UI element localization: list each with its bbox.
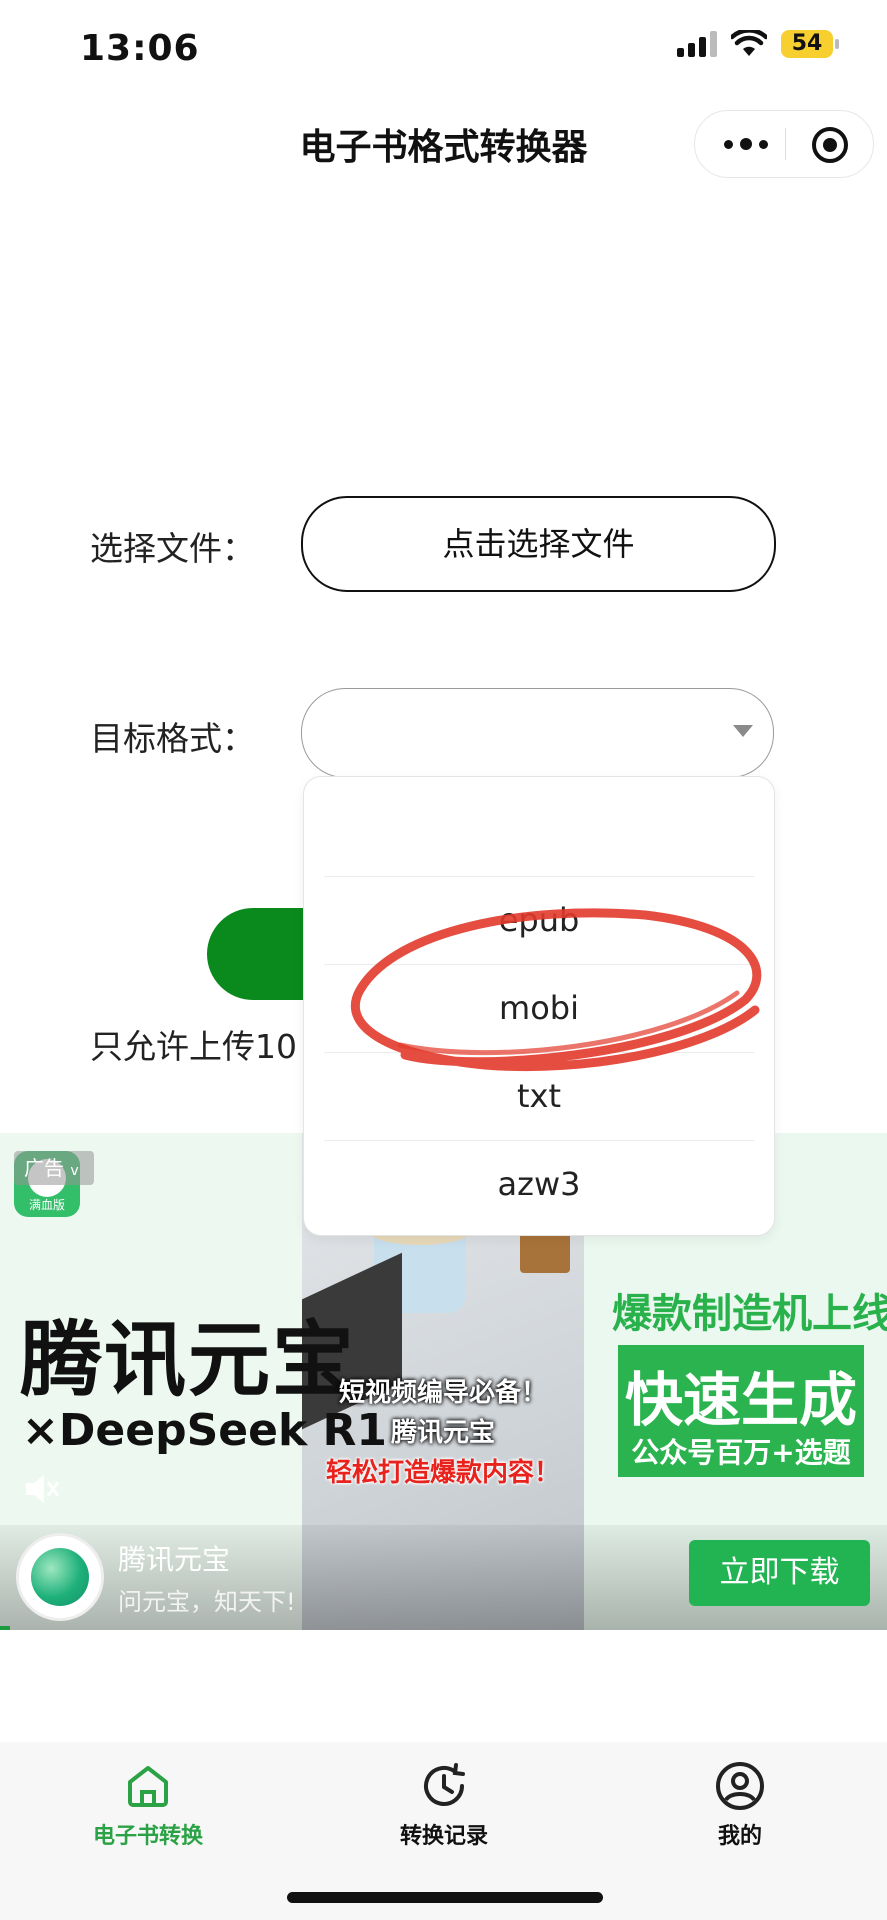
ad-progress xyxy=(0,1626,10,1630)
file-label: 选择文件： xyxy=(90,529,255,568)
home-indicator xyxy=(287,1892,603,1903)
format-label: 目标格式： xyxy=(90,719,255,758)
status-time: 13:06 xyxy=(80,28,200,69)
format-option[interactable]: azw3 xyxy=(304,1141,774,1228)
user-icon xyxy=(716,1762,764,1810)
ad-logo xyxy=(16,1533,104,1621)
chevron-down-icon: v xyxy=(70,1163,79,1179)
format-option[interactable]: mobi xyxy=(304,965,774,1052)
tab-convert[interactable]: 电子书转换 xyxy=(48,1760,248,1850)
format-dropdown: epub mobi txt azw3 xyxy=(303,776,775,1236)
status-icons: 54 xyxy=(677,30,839,58)
tab-mine[interactable]: 我的 xyxy=(640,1760,840,1850)
ad-app-name: 腾讯元宝 xyxy=(118,1543,231,1576)
ad-headline: 爆款制造机上线 xyxy=(612,1291,887,1337)
ad-photo-line3: 轻松打造爆款内容！ xyxy=(325,1458,560,1488)
tab-label: 电子书转换 xyxy=(92,1824,203,1849)
ad-tag-label: 广告 xyxy=(24,1156,64,1180)
choose-file-button[interactable]: 点击选择文件 xyxy=(301,496,776,592)
ad-photo-line1: 短视频编导必备！ xyxy=(338,1378,547,1408)
home-icon xyxy=(128,1766,168,1807)
ad-tag[interactable]: 广告 v xyxy=(14,1151,94,1185)
ad-download-button[interactable]: 立即下载 xyxy=(689,1540,870,1606)
format-select[interactable] xyxy=(301,688,774,778)
ad-photo-text: 短视频编导必备！ 腾讯元宝 轻松打造爆款内容！ xyxy=(302,1373,584,1493)
capsule-divider xyxy=(785,128,786,160)
ad-photo-line2: 腾讯元宝 xyxy=(390,1418,495,1448)
tab-label: 转换记录 xyxy=(399,1824,488,1849)
history-icon xyxy=(424,1763,465,1806)
mini-program-capsule xyxy=(694,110,874,178)
more-icon[interactable] xyxy=(721,131,771,157)
ad-box-small: 公众号百万+选题 xyxy=(631,1436,851,1469)
ad-box-big: 快速生成 xyxy=(624,1366,857,1434)
tab-history[interactable]: 转换记录 xyxy=(344,1760,544,1850)
format-option[interactable]: txt xyxy=(304,1053,774,1140)
ad-app-badge: 满血版 xyxy=(28,1198,65,1212)
ad-green-box: 快速生成 公众号百万+选题 xyxy=(618,1345,864,1477)
chevron-down-icon xyxy=(733,725,753,737)
format-option[interactable]: epub xyxy=(304,877,774,964)
tab-label: 我的 xyxy=(717,1824,762,1849)
upload-note: 只允许上传10 xyxy=(90,1027,297,1066)
mute-icon[interactable] xyxy=(22,1471,62,1507)
wifi-icon xyxy=(731,30,767,56)
ad-slogan: 问元宝，知天下! xyxy=(118,1588,296,1616)
battery-icon: 54 xyxy=(781,30,839,58)
close-target-icon[interactable] xyxy=(812,127,848,163)
cellular-signal-icon xyxy=(677,31,717,57)
